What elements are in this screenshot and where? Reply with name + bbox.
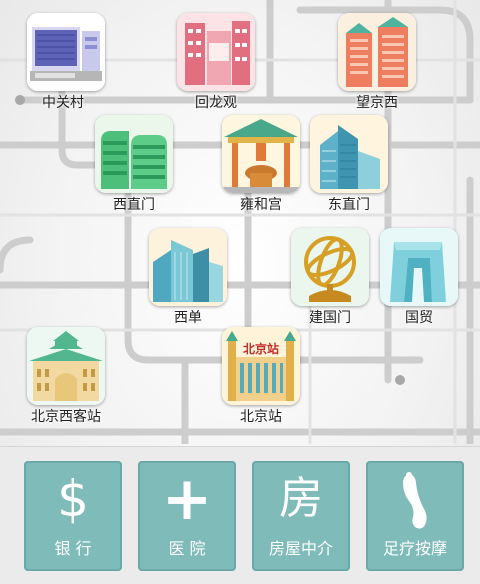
residential-building-icon [177, 13, 255, 91]
poi-label-xidan: 西单 [174, 310, 202, 326]
poi-label-beijingxikezhan: 北京西客站 [31, 409, 101, 425]
station-sign: 北京站 [243, 341, 279, 356]
apartment-towers-icon [338, 13, 416, 91]
poi-beijingzhan[interactable]: 北京站 [222, 327, 300, 405]
plus-icon: + [161, 464, 213, 534]
bank-label: 银 行 [54, 539, 92, 558]
computer-icon [27, 13, 105, 91]
house-character-icon: 房 [279, 473, 323, 524]
poi-yonghegong[interactable] [222, 115, 300, 193]
poi-wangjingxi[interactable] [338, 13, 416, 91]
housing-button[interactable]: 房 房屋中介 [252, 461, 350, 571]
poi-jianguomen[interactable] [291, 228, 369, 306]
poi-label-guomao: 国贸 [405, 310, 433, 326]
hospital-button[interactable]: + 医 院 [138, 461, 236, 571]
railway-station-icon: 北京站 [222, 327, 300, 405]
massage-label: 足疗按摩 [382, 539, 447, 558]
skyscrapers-icon [149, 228, 227, 306]
poi-zhongguancun[interactable] [27, 13, 105, 91]
hospital-label: 医 院 [168, 539, 206, 558]
office-tower-icon [310, 115, 388, 193]
poi-label-jianguomen: 建国门 [309, 310, 351, 326]
poi-xizhimen[interactable] [95, 115, 173, 193]
poi-xidan[interactable] [149, 228, 227, 306]
cctv-tower-icon [380, 228, 458, 306]
poi-beijingxikezhan[interactable] [27, 327, 105, 405]
west-railway-station-icon [27, 327, 105, 405]
poi-label-huilongguan: 回龙观 [195, 95, 237, 111]
poi-label-wangjingxi: 望京西 [356, 95, 398, 111]
temple-gate-icon [222, 115, 300, 193]
service-bar: $ 银 行 + 医 院 房 房屋中介 足疗按摩 [0, 446, 480, 584]
housing-label: 房屋中介 [268, 539, 333, 558]
poi-label-yonghegong: 雍和宫 [240, 197, 282, 213]
poi-dongzhimen[interactable] [310, 115, 388, 193]
curved-building-icon [95, 115, 173, 193]
poi-label-beijingzhan: 北京站 [240, 409, 282, 425]
dollar-icon: $ [57, 470, 89, 528]
massage-button[interactable]: 足疗按摩 [366, 461, 464, 571]
app-screen: 中关村 回龙观 望京西 西直门 雍和宫 东直门 西单 建国门 国贸 北京西客站 … [0, 0, 480, 584]
poi-label-dongzhimen: 东直门 [328, 197, 370, 213]
foot-icon [403, 472, 427, 529]
poi-guomao[interactable] [380, 228, 458, 306]
poi-label-zhongguancun: 中关村 [42, 95, 84, 111]
bank-button[interactable]: $ 银 行 [24, 461, 122, 571]
armillary-sphere-icon [291, 228, 369, 306]
poi-label-xizhimen: 西直门 [113, 197, 155, 213]
poi-huilongguan[interactable] [177, 13, 255, 91]
